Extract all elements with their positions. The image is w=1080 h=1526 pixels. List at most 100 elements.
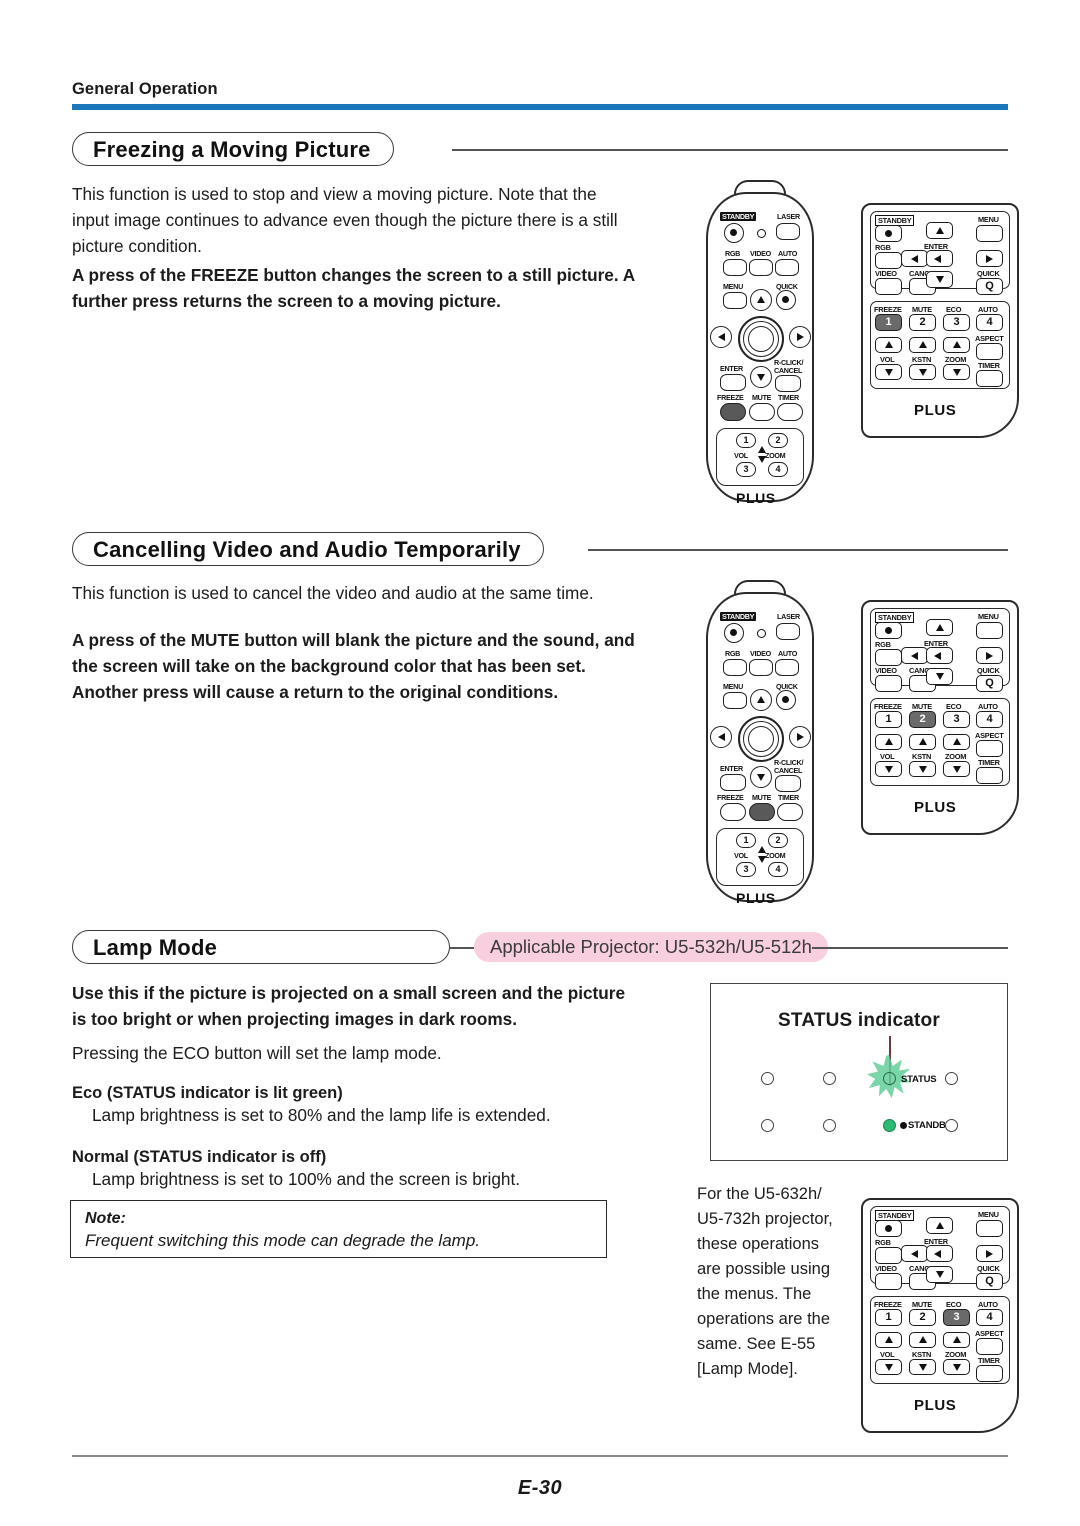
aspect-label: ASPECT bbox=[975, 1329, 1004, 1338]
aspect-button[interactable] bbox=[976, 740, 1003, 757]
vol-label: VOL bbox=[734, 451, 748, 460]
key-4-number: 4 bbox=[986, 713, 993, 725]
rgb-button[interactable] bbox=[875, 649, 902, 666]
laser-emitter-icon bbox=[757, 229, 766, 238]
kstn-label: KSTN bbox=[912, 355, 932, 364]
rgb-button[interactable] bbox=[723, 259, 747, 276]
video-button[interactable] bbox=[875, 1273, 902, 1290]
zoom-up-icon bbox=[953, 341, 961, 348]
normal-body: Lamp brightness is set to 100% and the s… bbox=[92, 1169, 521, 1189]
timer-button[interactable] bbox=[777, 803, 803, 821]
mute-button[interactable] bbox=[749, 803, 775, 821]
auto-button[interactable] bbox=[775, 259, 799, 276]
rgb-button[interactable] bbox=[723, 659, 747, 676]
timer-button[interactable] bbox=[976, 1365, 1003, 1382]
eco-label: ECO bbox=[946, 305, 962, 314]
key-3-number: 3 bbox=[953, 713, 960, 725]
vol-up-icon bbox=[885, 1336, 893, 1343]
freeze-label: FREEZE bbox=[874, 1300, 902, 1309]
key-4-button[interactable]: 4 bbox=[768, 462, 788, 477]
freeze-button[interactable] bbox=[720, 403, 746, 421]
kstn-label: KSTN bbox=[912, 1350, 932, 1359]
aspect-button[interactable] bbox=[976, 343, 1003, 360]
timer-button[interactable] bbox=[976, 767, 1003, 784]
paragraph-freezing-intro: This function is used to stop and view a… bbox=[72, 184, 618, 256]
quick-glyph-icon bbox=[782, 296, 789, 303]
auto-label: AUTO bbox=[978, 702, 998, 711]
status-panel-title: STATUS indicator bbox=[778, 1010, 940, 1031]
laser-button[interactable] bbox=[776, 223, 800, 240]
standby-bullet-icon bbox=[900, 1122, 907, 1129]
paragraph-cancelling-action: A press of the MUTE button will blank th… bbox=[72, 630, 635, 702]
freeze-label: FREEZE bbox=[874, 702, 902, 711]
timer-button[interactable] bbox=[777, 403, 803, 421]
chevron-down-icon bbox=[936, 673, 944, 680]
chevron-down-icon bbox=[936, 1271, 944, 1278]
status-lamp-label: STATUS bbox=[901, 1074, 937, 1085]
video-label: VIDEO bbox=[875, 1264, 897, 1273]
timer-button[interactable] bbox=[976, 370, 1003, 387]
video-button[interactable] bbox=[875, 675, 902, 692]
nav-ring-inner bbox=[748, 326, 774, 352]
key-2-button[interactable]: 2 bbox=[768, 433, 788, 448]
mute-button[interactable] bbox=[749, 403, 775, 421]
vol-up-icon bbox=[758, 846, 766, 853]
section-heading-lampmode: Lamp Mode bbox=[72, 930, 450, 966]
key-1-button[interactable]: 1 bbox=[736, 833, 756, 848]
zoom-label: ZOOM bbox=[945, 1350, 967, 1359]
laser-label: LASER bbox=[777, 212, 800, 221]
menu-button[interactable] bbox=[723, 292, 747, 309]
standby-label: STANDBY bbox=[720, 212, 757, 221]
note-body: Frequent switching this mode can degrade… bbox=[85, 1231, 481, 1250]
quick-glyph-icon: Q bbox=[985, 280, 994, 292]
freeze-button[interactable] bbox=[720, 803, 746, 821]
status-lamp-icon bbox=[883, 1072, 896, 1085]
chevron-up-icon bbox=[936, 1222, 944, 1229]
key-3-button[interactable]: 3 bbox=[736, 462, 756, 477]
key-3-button[interactable]: 3 bbox=[736, 862, 756, 877]
video-button[interactable] bbox=[875, 278, 902, 295]
eco-body: Lamp brightness is set to 80% and the la… bbox=[92, 1105, 551, 1125]
vol-up-icon bbox=[885, 738, 893, 745]
standby-dot-icon bbox=[730, 629, 737, 636]
chevron-down-icon bbox=[757, 774, 765, 781]
lamp-circle-5 bbox=[823, 1119, 836, 1132]
lampmode-side-note: For the U5-632h/ U5-732h projector, thes… bbox=[697, 1185, 833, 1378]
laser-emitter-icon bbox=[757, 629, 766, 638]
rgb-button[interactable] bbox=[875, 252, 902, 269]
menu-button[interactable] bbox=[723, 692, 747, 709]
section-heading-cancelling: Cancelling Video and Audio Temporarily bbox=[72, 532, 544, 568]
rclick-cancel-button[interactable] bbox=[775, 775, 801, 792]
menu-button[interactable] bbox=[976, 622, 1003, 639]
menu-button[interactable] bbox=[976, 1220, 1003, 1237]
key-2-button[interactable]: 2 bbox=[768, 833, 788, 848]
freeze-label: FREEZE bbox=[874, 305, 902, 314]
zoom-down-icon bbox=[953, 1364, 961, 1371]
lampmode-intro-bold: Use this if the picture is projected on … bbox=[72, 983, 626, 1029]
rgb-button[interactable] bbox=[875, 1247, 902, 1264]
brand-logo: PLUS bbox=[914, 402, 957, 419]
lamp-circle-1 bbox=[761, 1072, 774, 1085]
standby-lamp-icon bbox=[883, 1119, 896, 1132]
rgb-label: RGB bbox=[725, 249, 741, 258]
menu-label: MENU bbox=[723, 282, 743, 291]
freeze-label: FREEZE bbox=[717, 393, 744, 402]
timer-label: TIMER bbox=[778, 393, 799, 402]
rclick-cancel-button[interactable] bbox=[775, 375, 801, 392]
key-4-button[interactable]: 4 bbox=[768, 862, 788, 877]
laser-button[interactable] bbox=[776, 623, 800, 640]
enter-button[interactable] bbox=[720, 374, 746, 391]
lamp-circle-4 bbox=[761, 1119, 774, 1132]
key-1-button[interactable]: 1 bbox=[736, 433, 756, 448]
video-button[interactable] bbox=[749, 259, 773, 276]
vol-label: VOL bbox=[880, 752, 895, 761]
auto-button[interactable] bbox=[775, 659, 799, 676]
timer-label: TIMER bbox=[978, 361, 1000, 370]
cancel-label: CANCEL bbox=[774, 766, 803, 775]
standby-dot-icon bbox=[885, 1225, 892, 1232]
menu-button[interactable] bbox=[976, 225, 1003, 242]
standby-dot-icon bbox=[885, 627, 892, 634]
video-button[interactable] bbox=[749, 659, 773, 676]
aspect-button[interactable] bbox=[976, 1338, 1003, 1355]
enter-button[interactable] bbox=[720, 774, 746, 791]
